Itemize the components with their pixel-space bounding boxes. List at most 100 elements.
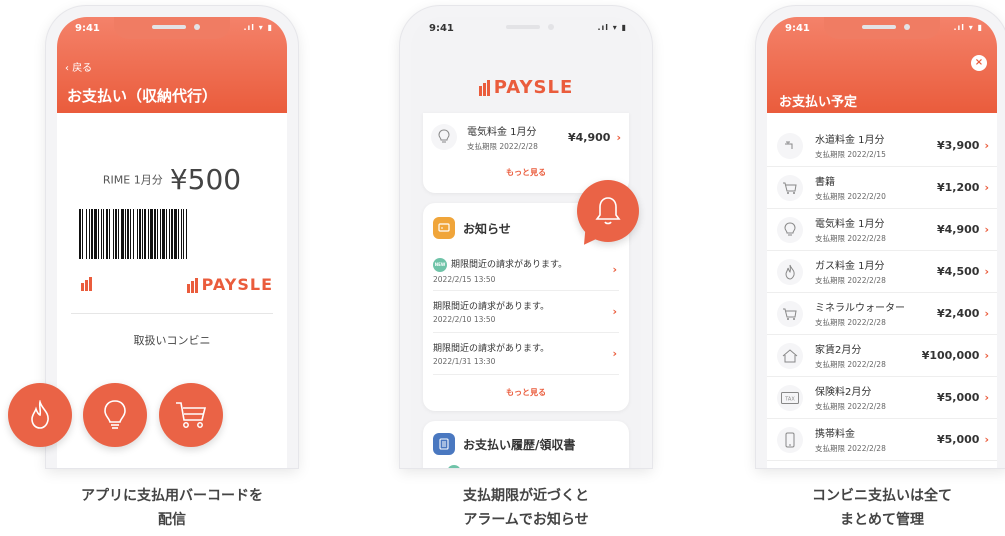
close-button[interactable]: × [971,55,987,71]
cart-feature-button [159,383,223,447]
more-link[interactable]: もっと見る [423,167,629,178]
barcode-bar [118,209,119,259]
schedule-row[interactable]: TAX 保険料2月分支払期限 2022/2/28 ¥5,000 › [767,377,997,419]
schedule-item-amount: ¥5,000 [937,391,980,404]
barcode-bar [150,209,153,259]
schedule-item-name: 書籍 [815,177,835,188]
notice-item[interactable]: 期限間近の請求があります。 2022/2/10 13:50 › [433,291,619,333]
svg-text:TAX: TAX [784,396,795,402]
barcode-bar [91,209,93,259]
schedule-item-amount: ¥4,900 [937,223,980,236]
bill-name: 電気料金 1月分 [467,126,537,138]
barcode-bar [127,209,129,259]
schedule-item-due: 支払期限 2022/2/28 [815,234,886,243]
status-time: 9:41 [75,23,100,34]
notice-item[interactable]: 期限間近の請求があります。 2022/1/31 13:30 › [433,333,619,375]
cart-icon [176,402,207,428]
barcode-bar [79,209,81,259]
schedule-row[interactable]: 書籍 支払期限 2022/2/20 ¥1,200 › [767,167,997,209]
tax-icon: TAX [777,384,803,411]
status-bar: 9:41 .ıl ▾ ▮ [767,23,997,39]
schedule-item-due: 支払期限 2022/2/20 [815,192,886,201]
caption-alarm: 支払期限が近づくと アラームでお知らせ [396,484,656,532]
chevron-right-icon: › [984,181,989,194]
chevron-right-icon: › [612,347,617,360]
bell-icon [595,197,621,225]
phone-screen: 9:41 .ıl ▾ ▮ × お支払い予定 水道料金 1月分 支払期限 2022/… [767,17,997,468]
history-status-dot [447,465,461,468]
notice-text: 期限間近の請求があります。 [433,344,550,354]
notice-item[interactable]: NEW 期限間近の請求があります。 2022/2/15 13:50 › [433,249,619,291]
barcode-bar [178,209,179,259]
barcode-bar [89,209,90,259]
barcode-bar [157,209,158,259]
schedule-item-name: 電気料金 1月分 [815,219,885,230]
history-header[interactable]: お支払い履歴/領収書 [433,433,575,455]
status-time: 9:41 [429,23,454,34]
status-bar: 9:41 .ıl ▾ ▮ [57,23,287,39]
schedule-row[interactable]: ガス料金 1月分 支払期限 2022/2/28 ¥4,500 › [767,251,997,293]
barcode-bar [144,209,146,259]
schedule-item-due: 支払期限 2022/2/15 [815,150,886,159]
caption-line: 配信 [158,512,186,528]
schedule-row[interactable]: 携帯料金 支払期限 2022/2/28 ¥5,000 › [767,419,997,461]
barcode-bar [98,209,99,259]
caption-line: アプリに支払用バーコードを [81,488,263,504]
barcode-bar [137,209,138,259]
document-icon [433,433,455,455]
cart-icon [777,174,803,201]
barcode-bar [121,209,124,259]
barcode-bar [113,209,114,259]
cart-icon [777,300,803,327]
schedule-item-due: 支払期限 2022/2/28 [815,276,886,285]
history-title: お支払い履歴/領収書 [463,437,576,452]
barcode-bar [148,209,149,259]
notice-date: 2022/2/10 13:50 [433,315,496,324]
bill-amount: ¥4,900 [568,130,611,144]
signal-battery-icon: .ıl ▾ ▮ [243,23,273,32]
page-title: お支払い（収納代行） [67,87,218,105]
amount-label: RIME 1月分 [102,173,163,187]
amount-value: ¥500 [169,163,242,196]
divider [71,313,273,314]
schedule-item-name: ミネラルウォーター [815,303,905,314]
more-link[interactable]: もっと見る [423,387,629,398]
flame-icon [31,400,49,429]
schedule-row[interactable]: 水道料金 1月分 支払期限 2022/2/15 ¥3,900 › [767,125,997,167]
schedule-item-name: 保険料2月分 [815,387,872,398]
chevron-right-icon: › [616,130,621,144]
schedule-item-amount: ¥2,400 [937,307,980,320]
house-icon [777,342,803,369]
lightbulb-feature-button [83,383,147,447]
chevron-right-icon: › [984,139,989,152]
barcode-bar [133,209,134,259]
chevron-right-icon: › [984,223,989,236]
chevron-right-icon: › [984,391,989,404]
schedule-item-due: 支払期限 2022/2/28 [815,402,886,411]
barcode-bar [109,209,110,259]
schedule-row[interactable]: ミネラルウォーター 支払期限 2022/2/28 ¥2,400 › [767,293,997,335]
schedule-item-name: 携帯料金 [815,429,855,440]
new-badge: NEW [433,257,447,272]
caption-manage: コンビニ支払いは全て まとめて管理 [752,484,1005,532]
notice-text: 期限間近の請求があります。 [433,302,550,312]
flame-icon [777,258,803,285]
faucet-icon [777,132,803,159]
back-button[interactable]: ‹ 戻る [65,59,92,74]
notice-date: 2022/2/15 13:50 [433,275,496,284]
notices-header: お知らせ [433,217,511,239]
barcode-bar [162,209,165,259]
barcode-bar [160,209,161,259]
barcode-bar [125,209,126,259]
lightbulb-icon [104,400,126,429]
chevron-right-icon: › [612,263,617,276]
schedule-row[interactable]: 家賃2月分 支払期限 2022/2/28 ¥100,000 › [767,335,997,377]
barcode-bar [186,209,187,259]
barcode-bar [169,209,170,259]
history-card: お支払い履歴/領収書 [423,421,629,468]
schedule-row[interactable]: 電気料金 1月分 支払期限 2022/2/28 ¥4,900 › [767,209,997,251]
schedule-item-name: 水道料金 1月分 [815,135,885,146]
chevron-right-icon: › [612,305,617,318]
page-title: お支払い予定 [779,95,858,110]
bill-row[interactable]: 電気料金 1月分 支払期限 2022/2/28 ¥4,900 › [431,117,621,157]
